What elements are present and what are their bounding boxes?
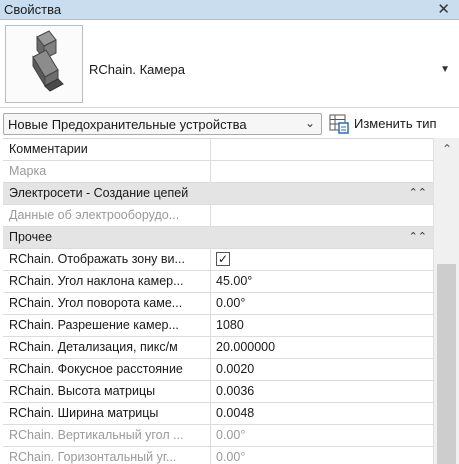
property-row[interactable]: RChain. Горизонтальный уг... 0.00° bbox=[3, 447, 433, 464]
property-name: Данные об электрооборудо... bbox=[9, 208, 180, 222]
chevron-down-icon: ⌄ bbox=[304, 116, 315, 130]
property-row[interactable]: RChain. Ширина матрицы 0.0048 bbox=[3, 403, 433, 425]
camera-family-thumbnail bbox=[5, 25, 83, 103]
property-row[interactable]: Марка bbox=[3, 161, 433, 183]
property-row[interactable]: RChain. Фокусное расстояние 0.0020 bbox=[3, 359, 433, 381]
group-title: Прочее bbox=[9, 230, 53, 244]
group-title: Электросети - Создание цепей bbox=[9, 186, 189, 200]
property-name: RChain. Угол наклона камер... bbox=[9, 274, 184, 288]
collapse-icon[interactable]: ⌃⌃ bbox=[409, 183, 427, 204]
property-name: RChain. Разрешение камер... bbox=[9, 318, 179, 332]
property-value[interactable]: 45.00° bbox=[210, 271, 433, 292]
property-name: Марка bbox=[9, 164, 47, 178]
collapse-icon[interactable]: ⌃⌃ bbox=[409, 227, 427, 248]
property-name: RChain. Ширина матрицы bbox=[9, 406, 159, 420]
property-value[interactable]: 0.00° bbox=[210, 425, 433, 446]
type-selector[interactable]: RChain. Камера ▼ bbox=[0, 20, 459, 108]
panel-title: Свойства bbox=[4, 2, 62, 17]
property-value[interactable]: ✓ bbox=[210, 249, 433, 270]
property-value[interactable]: 0.0036 bbox=[210, 381, 433, 402]
property-name: RChain. Горизонтальный уг... bbox=[9, 450, 177, 464]
scroll-up-icon[interactable]: ⌃ bbox=[434, 138, 459, 160]
property-row[interactable]: RChain. Угол наклона камер... 45.00° bbox=[3, 271, 433, 293]
property-value[interactable]: 0.0020 bbox=[210, 359, 433, 380]
property-value[interactable]: 0.00° bbox=[210, 447, 433, 464]
property-row[interactable]: RChain. Детализация, пикс/м 20.000000 bbox=[3, 337, 433, 359]
type-name: RChain. Камера bbox=[89, 62, 186, 77]
group-header-other[interactable]: Прочее ⌃⌃ bbox=[3, 227, 433, 249]
property-name: RChain. Высота матрицы bbox=[9, 384, 156, 398]
property-name: RChain. Отображать зону ви... bbox=[9, 252, 185, 266]
property-row[interactable]: RChain. Разрешение камер... 1080 bbox=[3, 315, 433, 337]
property-name: RChain. Угол поворота каме... bbox=[9, 296, 183, 310]
instance-filter-select[interactable]: Новые Предохранительные устройства ⌄ bbox=[3, 113, 322, 135]
property-value[interactable]: 1080 bbox=[210, 315, 433, 336]
property-row[interactable]: RChain. Отображать зону ви... ✓ bbox=[3, 249, 433, 271]
property-row[interactable]: RChain. Высота матрицы 0.0036 bbox=[3, 381, 433, 403]
edit-type-button[interactable]: Изменить тип bbox=[328, 113, 458, 135]
scrollbar-thumb[interactable] bbox=[437, 264, 456, 464]
vertical-scrollbar[interactable]: ⌃ bbox=[433, 138, 459, 464]
close-icon[interactable]: ✕ bbox=[437, 0, 450, 18]
property-name: RChain. Вертикальный угол ... bbox=[9, 428, 184, 442]
property-value[interactable] bbox=[210, 205, 433, 226]
filter-row: Новые Предохранительные устройства ⌄ Изм… bbox=[0, 110, 459, 138]
property-name: Комментарии bbox=[9, 142, 88, 156]
edit-type-label: Изменить тип bbox=[354, 116, 437, 131]
edit-type-icon bbox=[328, 113, 350, 135]
property-value[interactable] bbox=[210, 139, 433, 160]
property-row[interactable]: Комментарии bbox=[3, 139, 433, 161]
property-value[interactable]: 20.000000 bbox=[210, 337, 433, 358]
properties-grid: Комментарии Марка Электросети - Создание… bbox=[3, 138, 433, 464]
property-value[interactable]: 0.0048 bbox=[210, 403, 433, 424]
properties-title-bar: Свойства ✕ bbox=[0, 0, 459, 20]
filter-selected-value: Новые Предохранительные устройства bbox=[8, 117, 247, 132]
property-name: RChain. Фокусное расстояние bbox=[9, 362, 183, 376]
property-row[interactable]: Данные об электрооборудо... bbox=[3, 205, 433, 227]
visibility-checkbox[interactable]: ✓ bbox=[216, 252, 230, 266]
property-value[interactable] bbox=[210, 161, 433, 182]
property-value[interactable]: 0.00° bbox=[210, 293, 433, 314]
property-row[interactable]: RChain. Угол поворота каме... 0.00° bbox=[3, 293, 433, 315]
property-row[interactable]: RChain. Вертикальный угол ... 0.00° bbox=[3, 425, 433, 447]
chevron-down-icon[interactable]: ▼ bbox=[440, 64, 450, 75]
group-header-electrical[interactable]: Электросети - Создание цепей ⌃⌃ bbox=[3, 183, 433, 205]
property-name: RChain. Детализация, пикс/м bbox=[9, 340, 178, 354]
